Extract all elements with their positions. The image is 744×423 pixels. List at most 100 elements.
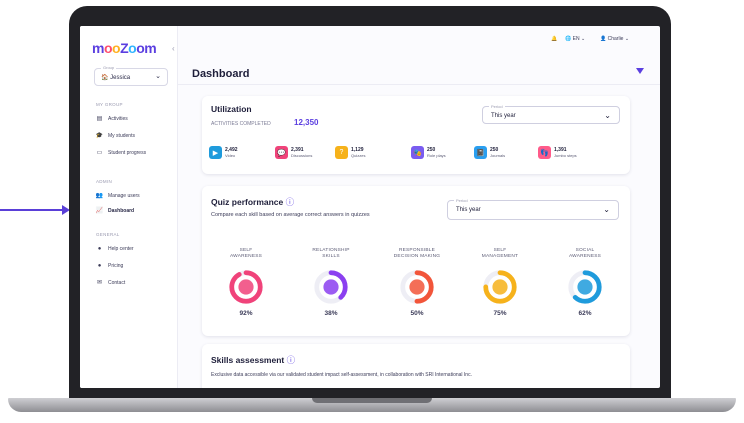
skill-percentage: 92% — [239, 310, 253, 317]
stat-0: ▶ 2,492 Video — [209, 146, 238, 159]
skills-assessment-title: Skills assessment ⓘ — [211, 355, 296, 365]
stat-1: 💬 2,391 Discussions — [275, 146, 312, 159]
chevron-down-icon: ⌄ — [155, 73, 161, 80]
activities-completed-label: ACTIVITIES COMPLETED — [211, 121, 271, 127]
chevron-down-icon: ⌄ — [603, 205, 610, 214]
sidebar-item-dashboard[interactable]: 📈 Dashboard — [96, 206, 134, 215]
help-icon: ● — [97, 245, 102, 252]
skill-name: RESPONSIBLE DECISION MAKING — [385, 248, 449, 260]
sidebar-item-contact[interactable]: ✉ Contact — [96, 278, 125, 287]
skill-ring — [400, 270, 434, 304]
pointer-arrow-line — [0, 209, 64, 211]
skill-ring — [483, 270, 517, 304]
utilization-title: Utilization — [211, 104, 252, 114]
stat-name: Role plays — [427, 153, 446, 158]
group-select-label: Group — [101, 65, 117, 70]
skill-percentage: 75% — [493, 310, 507, 317]
skill-percentage: 62% — [578, 310, 592, 317]
info-icon[interactable]: ⓘ — [286, 197, 295, 207]
bell-icon[interactable]: 🔔 — [551, 36, 557, 42]
utilization-period-select[interactable]: Period This year ⌄ — [482, 104, 620, 124]
sidebar-item-student-progress[interactable]: ▭ Student progress — [96, 148, 146, 157]
stat-name: Journals — [490, 153, 506, 158]
stat-3: 🎭 250 Role plays — [411, 146, 446, 159]
sidebar-item-help-center[interactable]: ● Help center — [96, 244, 134, 253]
users-icon: 👥 — [95, 193, 104, 199]
skill-ring — [314, 270, 348, 304]
stat-name: Discussions — [291, 153, 313, 158]
stat-icon: 💬 — [275, 146, 288, 159]
quiz-period-select[interactable]: Period This year ⌄ — [447, 198, 619, 220]
skill-ring-icon — [409, 279, 425, 295]
utilization-card: Utilization ACTIVITIES COMPLETED 12,350 … — [202, 96, 630, 174]
stat-name: Quizzes — [351, 153, 366, 158]
quiz-performance-card: Quiz performance ⓘ Compare each skill ba… — [202, 186, 630, 336]
stat-text: 2,492 Video — [225, 147, 238, 158]
app-logo[interactable]: mooZoom — [92, 40, 157, 56]
stat-text: 250 Role plays — [427, 147, 446, 158]
skill-ring-icon — [238, 279, 254, 295]
pricing-icon: ● — [97, 262, 102, 269]
skill-name-line2: DECISION MAKING — [393, 254, 441, 259]
skill-ring-icon — [577, 279, 593, 295]
period-label: Period — [454, 198, 470, 203]
stat-2: ? 1,129 Quizzes — [335, 146, 365, 159]
skill-name: SELF MANAGEMENT — [468, 248, 532, 260]
info-icon[interactable]: ⓘ — [287, 355, 296, 365]
mail-icon: ✉ — [96, 280, 103, 286]
app-screen: mooZoom ‹ Group 🏠 Jessica ⌄ MY GROUP ▤ Ac… — [80, 26, 660, 388]
sidebar: mooZoom ‹ Group 🏠 Jessica ⌄ MY GROUP ▤ Ac… — [80, 26, 178, 388]
period-value: This year — [456, 207, 481, 213]
progress-icon: ▭ — [96, 150, 103, 156]
section-my-group: MY GROUP — [96, 102, 123, 107]
skill-name-line2: SKILLS — [322, 254, 340, 259]
stat-text: 250 Journals — [490, 147, 505, 158]
laptop-mockup: mooZoom ‹ Group 🏠 Jessica ⌄ MY GROUP ▤ Ac… — [0, 0, 744, 423]
group-select-value: 🏠 Jessica — [101, 75, 131, 81]
stat-5: 👣 1,391 Jumbo steps — [538, 146, 577, 159]
skill-percentage: 50% — [410, 310, 424, 317]
stat-text: 1,129 Quizzes — [351, 147, 365, 158]
stat-icon: ? — [335, 146, 348, 159]
sidebar-item-activities[interactable]: ▤ Activities — [96, 114, 128, 123]
skill-name-line2: MANAGEMENT — [481, 254, 519, 259]
skill-ring-icon — [323, 279, 339, 295]
graduation-cap-icon: 🎓 — [95, 133, 104, 139]
skill-name: RELATIONSHIP SKILLS — [299, 248, 363, 260]
skill-name-line2: AWARENESS — [229, 254, 263, 259]
stat-name: Video — [225, 153, 236, 158]
chart-icon: 📈 — [95, 208, 104, 214]
activities-completed-value: 12,350 — [294, 118, 319, 127]
stat-4: 📓 250 Journals — [474, 146, 505, 159]
quiz-performance-subtitle: Compare each skill based on average corr… — [211, 212, 370, 218]
stat-text: 1,391 Jumbo steps — [554, 147, 577, 158]
skill-name: SOCIAL AWARENESS — [553, 248, 617, 260]
laptop-notch — [312, 398, 432, 403]
activities-icon: ▤ — [96, 116, 103, 122]
stat-name: Jumbo steps — [554, 153, 577, 158]
collapse-sidebar-icon[interactable]: ‹ — [172, 44, 175, 53]
quiz-performance-title: Quiz performance ⓘ — [211, 197, 295, 207]
sidebar-item-manage-users[interactable]: 👥 Manage users — [96, 191, 140, 200]
page-title: Dashboard — [192, 68, 250, 80]
stat-icon: 📓 — [474, 146, 487, 159]
group-select[interactable]: Group 🏠 Jessica ⌄ — [94, 65, 168, 86]
header-divider — [178, 84, 660, 85]
language-select[interactable]: 🌐 EN ⌄ — [565, 36, 585, 42]
filter-icon[interactable] — [636, 68, 644, 74]
skill-ring-icon — [492, 279, 508, 295]
skill-ring — [568, 270, 602, 304]
skill-name: SELF AWARENESS — [214, 248, 278, 260]
section-general: GENERAL — [96, 232, 120, 237]
stat-text: 2,391 Discussions — [291, 147, 312, 158]
user-menu[interactable]: 👤 Charlie ⌄ — [600, 36, 629, 42]
period-label: Period — [489, 104, 505, 109]
stat-icon: ▶ — [209, 146, 222, 159]
sidebar-item-my-students[interactable]: 🎓 My students — [96, 131, 135, 140]
skill-percentage: 38% — [324, 310, 338, 317]
skills-assessment-card: Skills assessment ⓘ Exclusive data acces… — [202, 344, 630, 388]
skill-name-line2: AWARENESS — [568, 254, 602, 259]
section-admin: ADMIN — [96, 179, 112, 184]
chevron-down-icon: ⌄ — [604, 111, 611, 120]
sidebar-item-pricing[interactable]: ● Pricing — [96, 261, 124, 270]
